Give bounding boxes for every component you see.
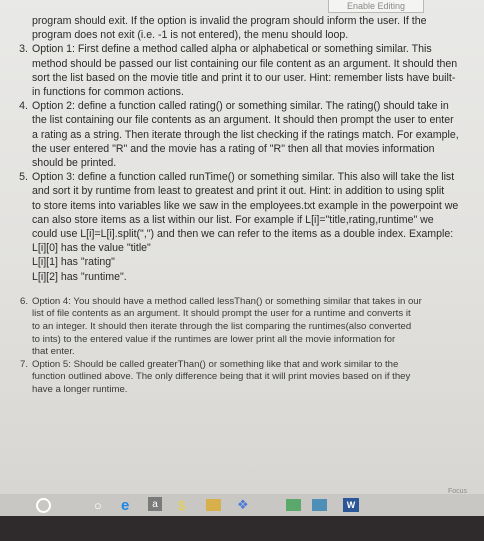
item-line: Option 3: define a function called runTi… bbox=[32, 171, 455, 184]
item-line: L[i][0] has the value "title" bbox=[32, 242, 151, 255]
dropbox-icon[interactable]: ❖ bbox=[237, 497, 249, 513]
item-number: 4. bbox=[19, 100, 28, 113]
word-icon[interactable]: W bbox=[343, 498, 359, 512]
item-line: to ints) to the entered value if the run… bbox=[32, 333, 396, 345]
item-line: Option 4: You should have a method calle… bbox=[32, 295, 422, 307]
item-line: should be printed. bbox=[32, 157, 117, 170]
item-line: program does not exit (i.e. -1 is not en… bbox=[32, 29, 349, 42]
list-item: program should exit. If the option is in… bbox=[6, 14, 476, 42]
store-icon[interactable]: a bbox=[148, 497, 162, 511]
photos-icon[interactable] bbox=[312, 499, 327, 511]
item-line: in functions for common actions. bbox=[32, 86, 184, 99]
list-item: 6. Option 4: You should have a method ca… bbox=[6, 296, 476, 359]
item-line: and sort it by runtime from least to gre… bbox=[32, 185, 445, 198]
item-number: 3. bbox=[19, 43, 28, 56]
item-number: 7. bbox=[19, 358, 28, 370]
cortana-icon[interactable]: ○ bbox=[94, 497, 102, 513]
item-line: Option 5: Should be called greaterThan()… bbox=[32, 358, 399, 370]
money-icon[interactable]: $ bbox=[178, 497, 185, 513]
item-line: could use L[i]=L[i].split(",") and then … bbox=[32, 228, 454, 241]
item-line: the user entered "R" and the movie has a… bbox=[32, 142, 435, 155]
item-line: list of file contents as an argument. It… bbox=[32, 308, 411, 320]
list-item: 7. Option 5: Should be called greaterTha… bbox=[6, 359, 476, 397]
taskbar: ○ e a $ ❖ W bbox=[0, 494, 484, 541]
item-line: to store items into variables like we sa… bbox=[32, 199, 459, 212]
start-icon[interactable] bbox=[36, 497, 51, 513]
item-line: have a longer runtime. bbox=[32, 384, 128, 396]
item-line: sort the list based on the movie title a… bbox=[32, 71, 456, 84]
item-line: to an integer. It should then iterate th… bbox=[32, 321, 412, 333]
list-item: 3. Option 1: First define a method calle… bbox=[6, 42, 476, 99]
item-line: method should be passed our list contain… bbox=[32, 57, 458, 70]
item-number: 6. bbox=[19, 295, 28, 307]
photos-icon[interactable] bbox=[286, 499, 301, 511]
edge-icon[interactable]: e bbox=[121, 497, 129, 514]
item-line: the list containing our file contents as… bbox=[32, 114, 454, 127]
item-line: a rating as a string. Then iterate throu… bbox=[32, 128, 459, 141]
item-line: that enter. bbox=[32, 346, 75, 358]
instruction-list: program should exit. If the option is in… bbox=[6, 14, 476, 397]
item-line: program should exit. If the option is in… bbox=[32, 15, 427, 27]
folder-icon[interactable] bbox=[206, 499, 221, 511]
item-line: L[i][1] has "rating" bbox=[32, 256, 115, 269]
item-line: Option 1: First define a method called a… bbox=[32, 43, 432, 56]
document-page: Enable Editing program should exit. If t… bbox=[0, 0, 484, 494]
item-line: can also store items as a list within ou… bbox=[32, 213, 434, 226]
list-item: 4. Option 2: define a function called ra… bbox=[6, 99, 476, 170]
item-line: L[i][2] has "runtime". bbox=[32, 270, 127, 283]
item-number: 5. bbox=[19, 171, 28, 184]
item-line: Option 2: define a function called ratin… bbox=[32, 100, 449, 113]
list-item: 5. Option 3: define a function called ru… bbox=[6, 170, 476, 284]
item-line: function outlined above. The only differ… bbox=[32, 371, 411, 383]
enable-editing-button[interactable]: Enable Editing bbox=[328, 0, 424, 13]
